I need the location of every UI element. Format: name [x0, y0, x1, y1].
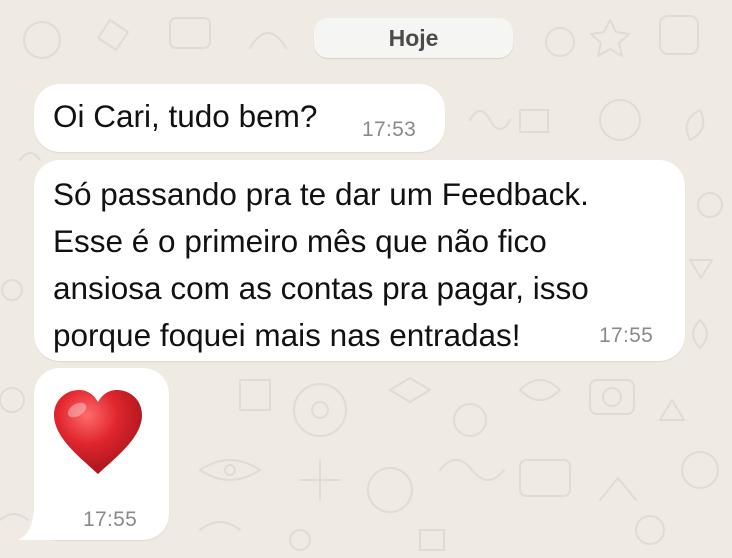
- bubble-tail: [18, 510, 62, 540]
- message-timestamp: 17:55: [599, 324, 654, 347]
- date-separator: Hoje: [314, 18, 513, 58]
- message-text: Só passando pra te dar um Feedback. Esse…: [53, 176, 589, 353]
- message-text: Oi Cari, tudo bem?: [53, 98, 318, 134]
- message-bubble-incoming[interactable]: 17:55: [18, 368, 169, 540]
- heart-emoji-icon: [54, 390, 142, 474]
- message-timestamp: 17:53: [362, 118, 417, 141]
- message-timestamp: 17:55: [83, 508, 138, 531]
- message-bubble-incoming[interactable]: Só passando pra te dar um Feedback. Esse…: [34, 160, 685, 361]
- message-bubble-incoming[interactable]: Oi Cari, tudo bem? 17:53: [34, 84, 445, 152]
